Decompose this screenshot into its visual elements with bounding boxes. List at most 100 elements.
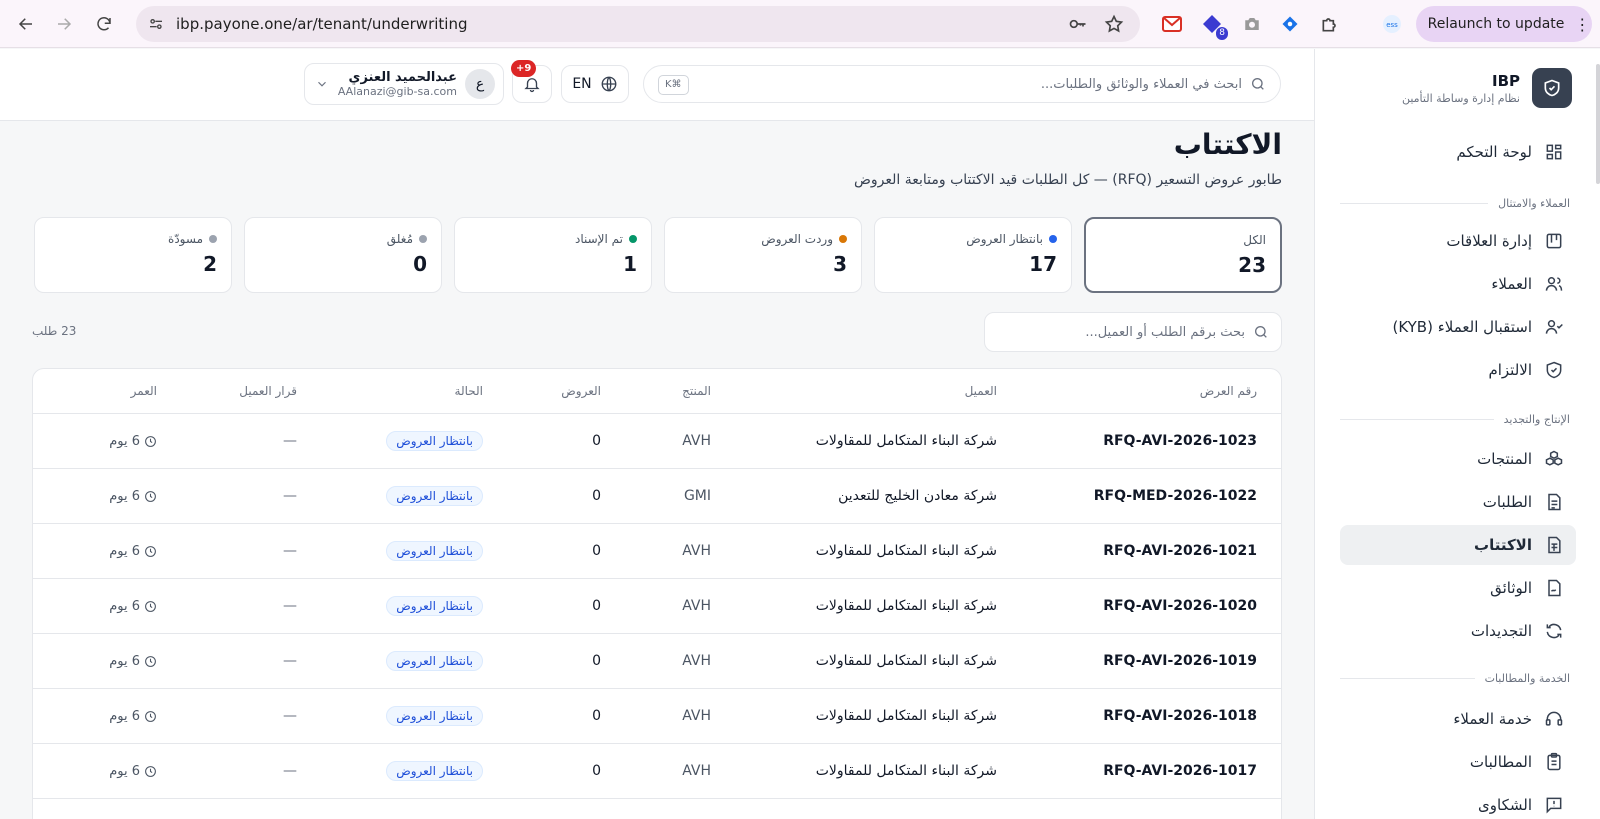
table-row[interactable]: RFQ-AVI-2026-1021 شركة البناء المتكامل لل… [33,524,1281,579]
header-product[interactable]: المنتج [682,369,711,413]
section-label: الخدمة والمطالبات [1484,672,1570,685]
rfq-id[interactable]: RFQ-AVI-2026-1019 [1103,634,1257,688]
global-search-input[interactable]: ابحث في العملاء والوثائق والطلبات... K⌘ [643,65,1281,103]
sidebar-item-claims[interactable]: المطالبات [1340,742,1576,782]
product-code: AVH [682,598,711,614]
status-cell: بانتظار العروض [386,414,483,468]
stat-card-closed[interactable]: مُغلق 0 [244,217,442,293]
notification-count-badge: +9 [511,60,537,77]
sidebar-item-label: المنتجات [1477,450,1532,468]
address-bar[interactable]: ibp.payone.one/ar/tenant/underwriting [136,6,1140,42]
boxes-icon [1545,450,1563,466]
sidebar-scrollbar[interactable] [1596,64,1600,184]
stat-card-offers-received[interactable]: وردت العروض 3 [664,217,862,293]
password-key-icon[interactable] [1068,14,1088,34]
brand-subtitle: نظام إدارة وساطة التأمين [1401,91,1520,105]
sidebar-item-requests[interactable]: الطلبات [1340,482,1576,522]
header-decision[interactable]: قرار العميل [239,369,297,413]
table-search-input[interactable]: بحث برقم الطلب أو العميل... [984,312,1282,352]
stat-label: مسودّة [168,232,203,246]
stat-value: 23 [1238,253,1266,277]
rfq-id[interactable]: RFQ-AVI-2026-1017 [1103,744,1257,798]
browser-toolbar: ibp.payone.one/ar/tenant/underwriting 8 … [0,0,1600,48]
header-client[interactable]: العميل [965,369,997,413]
stat-card-awaiting-offers[interactable]: بانتظار العروض 17 [874,217,1072,293]
sidebar-item-clients[interactable]: العملاء [1340,264,1576,304]
stat-card-all[interactable]: الكل 23 [1084,217,1282,293]
site-settings-icon[interactable] [144,12,168,36]
sidebar-item-renewals[interactable]: التجديدات [1340,611,1576,651]
rfq-id[interactable]: RFQ-AVI-2026-1018 [1103,689,1257,743]
status-badge: بانتظار العروض [386,541,483,561]
main-content: الاكتتاب طابور عروض التسعير (RFQ) — كل ا… [0,122,1314,819]
product-code: AVH [682,543,711,559]
camera-extension-icon[interactable] [1240,12,1264,36]
shield-logo-icon [1532,68,1572,108]
extensions-puzzle-icon[interactable] [1318,12,1342,36]
client-decision: — [283,653,297,669]
stat-value: 1 [623,252,637,276]
bookmark-star-icon[interactable] [1104,14,1124,34]
table-row[interactable]: RFQ-AVI-2026-1023 شركة البناء المتكامل لل… [33,414,1281,469]
product-code: AVH [682,433,711,449]
sidebar-item-compliance[interactable]: الالتزام [1340,350,1576,390]
diamond-extension-icon[interactable]: 8 [1200,12,1228,40]
header-id[interactable]: رقم العرض [1200,369,1257,413]
reload-button[interactable] [90,10,118,38]
profile-avatar-icon[interactable]: ess [1380,12,1404,36]
url-text[interactable]: ibp.payone.one/ar/tenant/underwriting [176,6,468,42]
stat-card-draft[interactable]: مسودّة 2 [34,217,232,293]
file-signature-icon [1548,579,1561,597]
user-menu-button[interactable]: ع عبدالحميد العنزي AAlanazi@gib-sa.com [304,63,504,105]
header-age[interactable]: العمر [131,369,157,413]
header-offers[interactable]: العروض [561,369,601,413]
table-row[interactable]: RFQ-AVI-2026-1019 شركة البناء المتكامل لل… [33,634,1281,689]
language-toggle-button[interactable]: EN [561,65,629,103]
table-row[interactable]: RFQ-AVI-2026-1018 شركة البناء المتكامل لل… [33,689,1281,744]
stat-card-assigned[interactable]: تم الإسناد 1 [454,217,652,293]
relaunch-update-button[interactable]: Relaunch to update ⋮ [1416,6,1592,42]
file-spreadsheet-icon [1548,536,1561,554]
grid-icon [1546,144,1562,160]
table-row[interactable]: RFQ-AVI-2026-1020 شركة البناء المتكامل لل… [33,579,1281,634]
kanban-icon [1546,233,1562,249]
header-status[interactable]: الحالة [455,369,483,413]
sidebar-item-label: الوثائق [1490,579,1532,597]
forward-button[interactable] [50,10,78,38]
reload-icon [97,17,111,31]
age-value: 6 يوم [109,433,140,449]
brand: IBP نظام إدارة وساطة التأمين [1402,67,1572,109]
headset-icon [1545,711,1563,726]
sidebar-item-customer-service[interactable]: خدمة العملاء [1340,699,1576,739]
rfq-id[interactable]: RFQ-MED-2026-1022 [1094,469,1257,523]
sidebar-item-relationships[interactable]: إدارة العلاقات [1340,221,1576,261]
rfq-id[interactable]: RFQ-AVI-2026-1020 [1103,579,1257,633]
sidebar-item-underwriting[interactable]: الاكتتاب [1340,525,1576,565]
tag-extension-icon[interactable] [1278,12,1302,36]
clock-icon [145,710,156,722]
sidebar-item-kyb[interactable]: استقبال العملاء (KYB) [1340,307,1576,347]
table-row[interactable]: RFQ-MED-2026-1022 شركة معادن الخليج للتعد… [33,469,1281,524]
sidebar-item-complaints[interactable]: الشكاوى [1340,785,1576,819]
client-decision: — [283,708,297,724]
status-cell: بانتظار العروض [386,689,483,743]
client-decision: — [283,763,297,779]
rfq-id[interactable]: RFQ-AVI-2026-1021 [1103,524,1257,578]
notifications-button[interactable]: +9 [511,60,552,103]
sidebar-item-label: المطالبات [1469,753,1532,771]
global-search-placeholder: ابحث في العملاء والوثائق والطلبات... [1040,76,1242,92]
sidebar-item-dashboard[interactable]: لوحة التحكم [1340,132,1576,172]
table-row[interactable]: RFQ-AVI-2026-1017 شركة البناء المتكامل لل… [33,744,1281,799]
section-label: الإنتاج والتجديد [1503,413,1570,426]
age-value: 6 يوم [109,708,140,724]
rfq-id[interactable]: RFQ-AVI-2026-1023 [1103,414,1257,468]
sidebar-item-documents[interactable]: الوثائق [1340,568,1576,608]
sidebar-item-label: العملاء [1491,275,1532,293]
client-name: شركة البناء المتكامل للمقاولات [815,598,997,614]
sidebar-item-products[interactable]: المنتجات [1340,439,1576,479]
sidebar-item-label: الالتزام [1488,361,1532,379]
user-check-icon [1545,320,1563,334]
gmail-extension-icon[interactable] [1160,12,1184,36]
back-button[interactable] [12,10,40,38]
status-badge: بانتظار العروض [386,761,483,781]
